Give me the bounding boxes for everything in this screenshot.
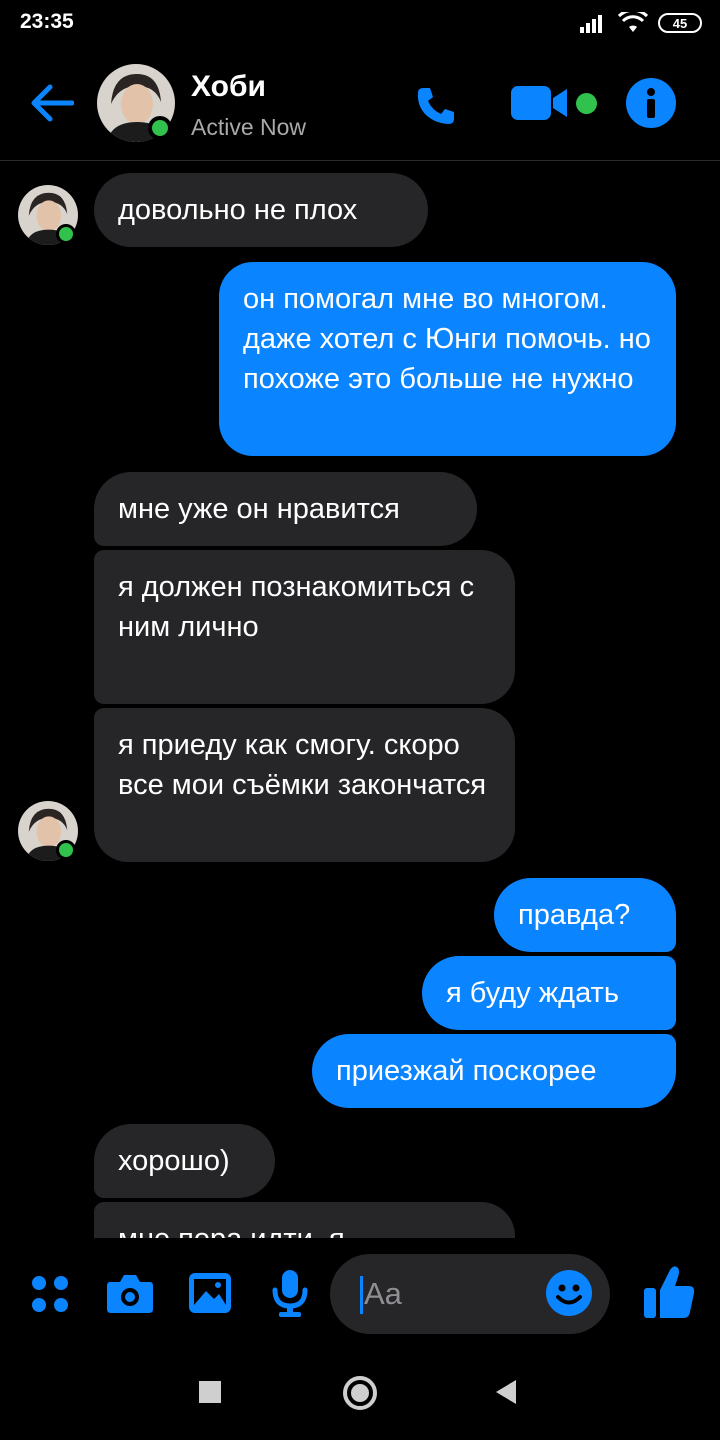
status-time: 23:35 bbox=[20, 10, 74, 33]
phone-icon[interactable] bbox=[414, 84, 458, 128]
message-bubble-incoming[interactable]: я должен познакомиться с ним лично bbox=[94, 550, 515, 704]
message-bubble-outgoing[interactable]: я буду ждать bbox=[422, 956, 676, 1030]
message-input-placeholder: Aa bbox=[364, 1276, 402, 1311]
online-indicator bbox=[148, 116, 172, 140]
wifi-icon bbox=[618, 12, 648, 32]
emoji-icon[interactable] bbox=[546, 1270, 592, 1316]
conversation-header: Хоби Active Now bbox=[0, 50, 720, 161]
contact-status: Active Now bbox=[191, 114, 307, 140]
contact-name[interactable]: Хоби bbox=[191, 70, 266, 104]
info-icon[interactable] bbox=[626, 78, 676, 128]
system-nav-bar bbox=[0, 1350, 720, 1440]
message-bubble-incoming[interactable]: мне уже он нравится bbox=[94, 472, 477, 546]
message-bubble-outgoing[interactable]: правда? bbox=[494, 878, 676, 952]
battery-indicator: 45 bbox=[658, 13, 702, 33]
gallery-icon[interactable] bbox=[188, 1272, 232, 1314]
message-bubble-outgoing[interactable]: он помогал мне во многом. даже хотел с Ю… bbox=[219, 262, 676, 456]
video-camera-icon[interactable] bbox=[511, 84, 569, 122]
thumbs-up-icon[interactable] bbox=[642, 1264, 696, 1320]
video-online-dot bbox=[576, 93, 597, 114]
message-list[interactable]: довольно не плох он помогал мне во много… bbox=[0, 160, 720, 1238]
message-bubble-incoming[interactable]: я приеду как смогу. скоро все мои съёмки… bbox=[94, 708, 515, 862]
nav-back-icon[interactable] bbox=[494, 1379, 518, 1405]
message-input[interactable]: Aa bbox=[330, 1254, 610, 1334]
menu-dots-icon[interactable] bbox=[30, 1274, 70, 1314]
message-bubble-incoming[interactable]: мне пора идти. я bbox=[94, 1202, 515, 1238]
message-bubble-incoming[interactable]: довольно не плох bbox=[94, 173, 428, 247]
text-caret bbox=[360, 1276, 363, 1314]
nav-square-icon[interactable] bbox=[199, 1381, 221, 1403]
signal-icon bbox=[580, 15, 602, 33]
status-icons: 45 bbox=[580, 12, 702, 34]
message-bubble-outgoing[interactable]: приезжай поскорее bbox=[312, 1034, 676, 1108]
camera-icon[interactable] bbox=[106, 1272, 154, 1314]
message-composer: Aa bbox=[0, 1238, 720, 1348]
microphone-icon[interactable] bbox=[270, 1268, 310, 1318]
message-bubble-incoming[interactable]: хорошо) bbox=[94, 1124, 275, 1198]
online-indicator-small bbox=[56, 840, 76, 860]
nav-circle-icon[interactable] bbox=[342, 1375, 378, 1411]
online-indicator-small bbox=[56, 224, 76, 244]
back-arrow-icon[interactable] bbox=[28, 83, 74, 123]
